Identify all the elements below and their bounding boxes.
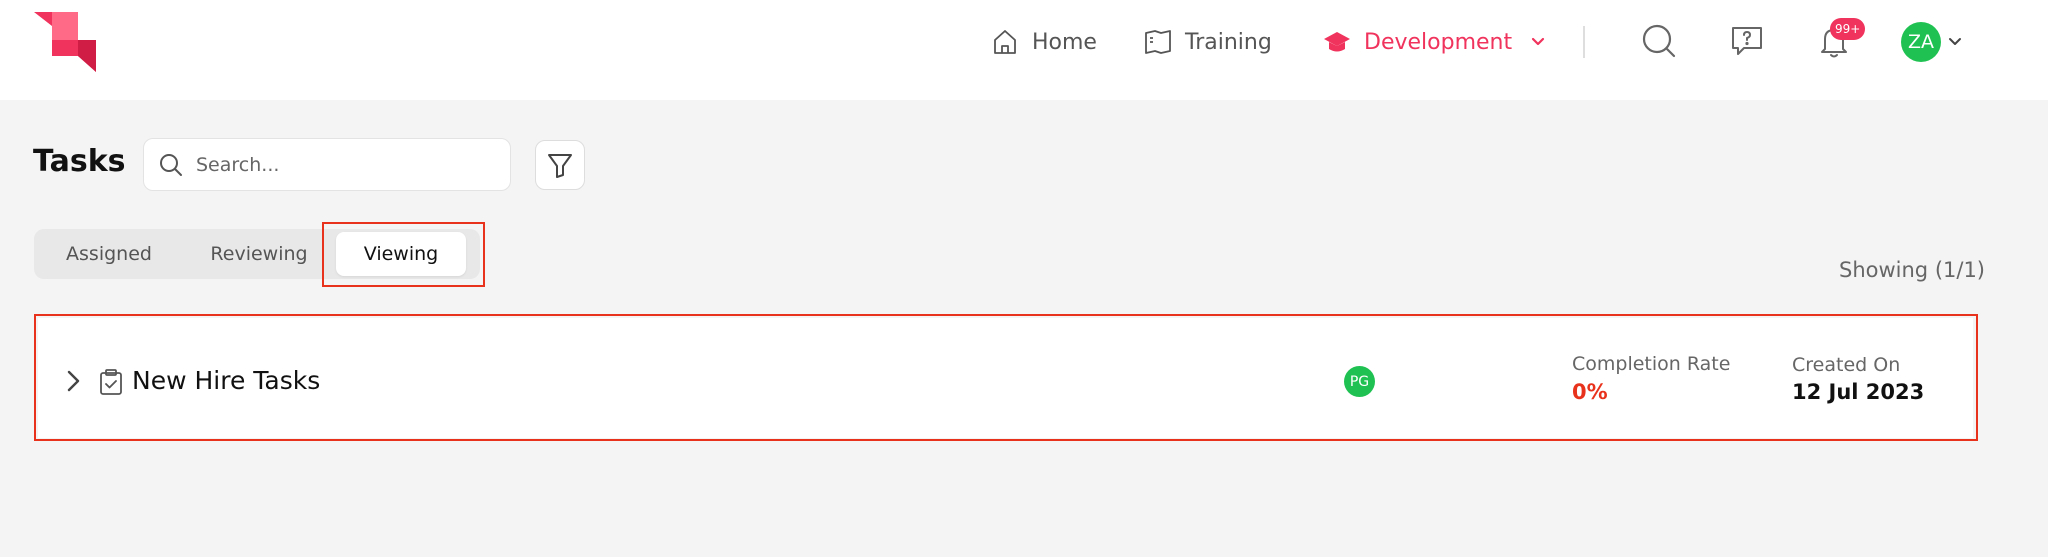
- graduation-cap-icon: [1324, 32, 1350, 52]
- tab-assigned[interactable]: Assigned: [34, 229, 184, 279]
- nav-training[interactable]: Training: [1143, 24, 1272, 60]
- chevron-down-icon[interactable]: [1945, 32, 1965, 52]
- created-on-label: Created On: [1792, 354, 1901, 376]
- book-icon: [1145, 30, 1171, 54]
- notification-badge: 99+: [1830, 18, 1866, 40]
- search-input[interactable]: [196, 153, 486, 176]
- top-navigation: Home Training Development 99+ ZA: [0, 0, 2048, 100]
- nav-divider: [1583, 26, 1585, 58]
- filter-icon: [548, 154, 572, 178]
- assignee-avatar: PG: [1344, 366, 1375, 397]
- user-avatar[interactable]: ZA: [1901, 22, 1941, 62]
- chevron-down-icon: [1532, 37, 1545, 46]
- chevron-right-icon[interactable]: [62, 368, 84, 394]
- home-icon: [994, 30, 1016, 54]
- highlight-box-task: [34, 314, 1978, 441]
- tab-reviewing[interactable]: Reviewing: [184, 229, 334, 279]
- task-search[interactable]: [143, 138, 511, 191]
- highlight-box-tab: [322, 222, 485, 287]
- global-search-button[interactable]: [1640, 22, 1678, 60]
- brand-logo[interactable]: [34, 12, 96, 72]
- search-icon: [1642, 24, 1676, 58]
- nav-home[interactable]: Home: [990, 24, 1097, 60]
- completion-rate-label: Completion Rate: [1572, 353, 1731, 375]
- help-chat-icon: [1732, 27, 1762, 55]
- filter-button[interactable]: [535, 140, 585, 190]
- nav-training-label: Training: [1185, 29, 1272, 55]
- task-title[interactable]: New Hire Tasks: [132, 366, 320, 395]
- page-title: Tasks: [33, 144, 126, 179]
- created-on-value: 12 Jul 2023: [1792, 380, 1925, 404]
- clipboard-check-icon: [100, 369, 122, 395]
- nav-development[interactable]: Development: [1322, 24, 1548, 60]
- help-button[interactable]: [1728, 22, 1766, 60]
- nav-development-label: Development: [1364, 29, 1513, 55]
- results-count: Showing (1/1): [1839, 258, 1985, 282]
- search-icon: [160, 153, 182, 176]
- nav-home-label: Home: [1032, 29, 1097, 55]
- completion-rate-value: 0%: [1572, 380, 1608, 404]
